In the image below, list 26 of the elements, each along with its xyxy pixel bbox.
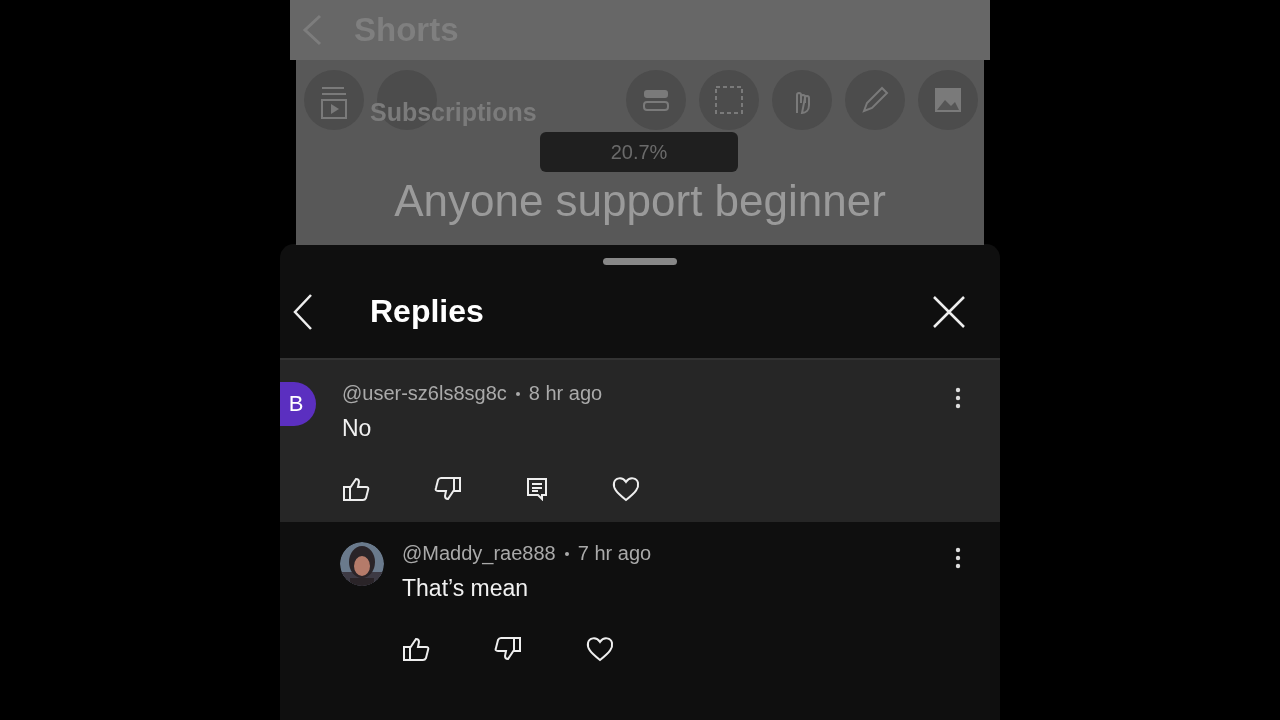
heart-icon[interactable]: [612, 476, 640, 502]
comment-text: No: [342, 415, 373, 442]
separator-dot: [515, 391, 520, 396]
toggle-icon: [643, 89, 669, 111]
more-options-icon[interactable]: [954, 386, 962, 410]
panel-title: Replies: [370, 293, 485, 330]
comment-text: That’s mean: [402, 575, 530, 602]
thumbs-up-icon[interactable]: [342, 476, 370, 502]
heart-icon[interactable]: [586, 636, 614, 662]
comment-author[interactable]: @user-sz6ls8sg8c: [342, 382, 507, 405]
comment-time: 7 hr ago: [577, 542, 652, 565]
back-icon[interactable]: [292, 292, 314, 331]
close-icon[interactable]: [932, 294, 966, 329]
comment-time: 8 hr ago: [528, 382, 603, 405]
separator-dot: [564, 551, 569, 556]
drag-handle[interactable]: [603, 258, 677, 265]
progress-percent: 20.7%: [610, 140, 668, 164]
user-avatar[interactable]: B: [280, 382, 316, 426]
comment-author[interactable]: @Maddy_rae888: [402, 542, 556, 565]
more-options-icon[interactable]: [954, 546, 962, 570]
post-title: Anyone support beginner: [393, 176, 887, 226]
comment-icon[interactable]: [526, 477, 548, 501]
thumbs-up-icon[interactable]: [402, 636, 430, 662]
thumbs-down-icon[interactable]: [434, 476, 462, 502]
thumbs-down-icon[interactable]: [494, 636, 522, 662]
selection-icon: [712, 83, 746, 117]
